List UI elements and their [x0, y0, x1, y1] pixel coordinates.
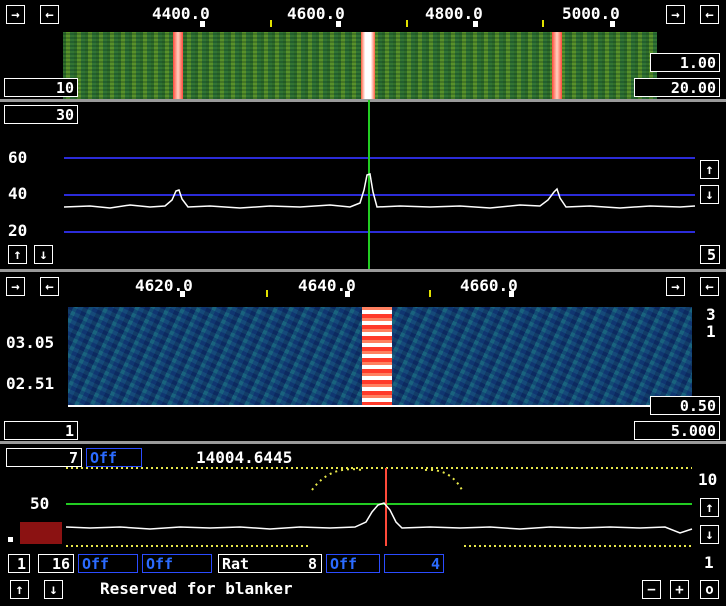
rat-box[interactable]: Rat 8	[218, 554, 322, 573]
control-up-button[interactable]: ↑	[10, 580, 29, 599]
minus-button[interactable]: −	[642, 580, 661, 599]
control-down-button[interactable]: ↓	[44, 580, 63, 599]
signal-level-indicator	[20, 522, 62, 544]
baseband-spectrum[interactable]	[0, 0, 726, 606]
o-button[interactable]: o	[700, 580, 719, 599]
control-num-box[interactable]: 1	[8, 554, 30, 573]
control-16-box[interactable]: 16	[38, 554, 74, 573]
y-label-50: 50	[30, 494, 50, 513]
bottom-right-top-value: 10	[698, 470, 718, 489]
plus-button[interactable]: +	[670, 580, 689, 599]
status-text: Reserved for blanker	[100, 579, 293, 598]
level-dot	[8, 537, 13, 542]
filter-curve	[311, 468, 363, 491]
bottom-right-bottom-value: 1	[704, 553, 714, 572]
baseband-trace	[65, 502, 693, 534]
control-4-box[interactable]: 4	[384, 554, 444, 573]
rat-value: 8	[307, 555, 317, 573]
rat-label: Rat	[222, 555, 250, 573]
filter-curve	[424, 468, 463, 491]
bottom-scale-down-button[interactable]: ↓	[700, 525, 719, 544]
control-off-toggle-2[interactable]: Off	[142, 554, 212, 573]
control-off-toggle-1[interactable]: Off	[78, 554, 138, 573]
bottom-scale-up-button[interactable]: ↑	[700, 498, 719, 517]
control-off-toggle-3[interactable]: Off	[326, 554, 380, 573]
